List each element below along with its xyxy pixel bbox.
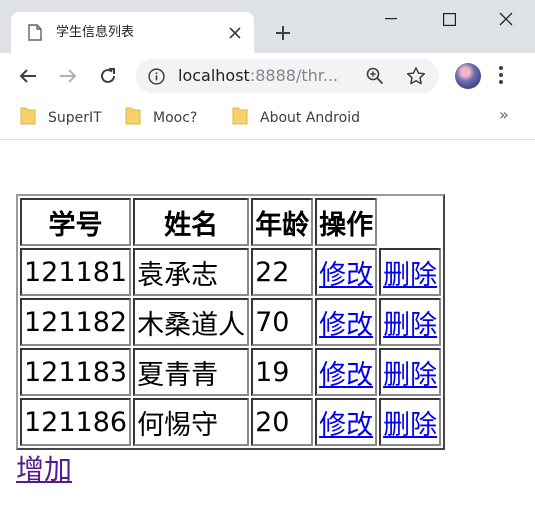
student-table: 学号 姓名 年龄 操作 121181 袁承志 22 修改 删除 121182 木… bbox=[16, 194, 446, 450]
document-icon bbox=[28, 24, 42, 45]
add-student-link[interactable]: 增加 bbox=[16, 448, 72, 488]
close-window-button[interactable] bbox=[477, 0, 535, 38]
address-bar[interactable]: localhost:8888/thr... bbox=[136, 59, 439, 93]
table-row: 121182 木桑道人 70 修改 删除 bbox=[20, 298, 442, 346]
cell-name: 夏青青 bbox=[133, 348, 250, 396]
profile-avatar[interactable] bbox=[455, 63, 481, 89]
cell-edit: 修改 bbox=[315, 398, 378, 446]
reload-button[interactable] bbox=[94, 62, 122, 90]
url-path: :8888/thr... bbox=[249, 66, 339, 85]
cell-delete: 删除 bbox=[379, 398, 442, 446]
close-tab-icon[interactable] bbox=[226, 24, 244, 42]
cell-edit: 修改 bbox=[315, 298, 378, 346]
cell-age: 70 bbox=[251, 298, 314, 346]
title-bar: 学生信息列表 bbox=[0, 0, 535, 53]
delete-link[interactable]: 删除 bbox=[383, 360, 437, 391]
back-button[interactable] bbox=[14, 62, 42, 90]
table-row: 121186 何惕守 20 修改 删除 bbox=[20, 398, 442, 446]
cell-edit: 修改 bbox=[315, 248, 378, 296]
delete-link[interactable]: 删除 bbox=[383, 410, 437, 441]
edit-link[interactable]: 修改 bbox=[319, 360, 373, 391]
cell-name: 何惕守 bbox=[133, 398, 250, 446]
minimize-button[interactable] bbox=[362, 0, 420, 38]
cell-age: 20 bbox=[251, 398, 314, 446]
forward-button[interactable] bbox=[54, 62, 82, 90]
edit-link[interactable]: 修改 bbox=[319, 310, 373, 341]
delete-link[interactable]: 删除 bbox=[383, 260, 437, 291]
bookmarks-bar: SuperIT Mooc? About Android » bbox=[0, 99, 535, 140]
bookmark-label: Mooc? bbox=[153, 110, 198, 126]
more-bookmarks-chevron-icon[interactable]: » bbox=[499, 105, 509, 124]
cell-age: 19 bbox=[251, 348, 314, 396]
bookmark-about-android[interactable]: About Android bbox=[232, 106, 360, 130]
folder-icon bbox=[20, 106, 36, 130]
cell-age: 22 bbox=[251, 248, 314, 296]
menu-kebab-icon[interactable] bbox=[498, 64, 504, 90]
new-tab-button[interactable] bbox=[270, 20, 296, 46]
bookmark-label: About Android bbox=[260, 110, 360, 126]
table-row: 121183 夏青青 19 修改 删除 bbox=[20, 348, 442, 396]
edit-link[interactable]: 修改 bbox=[319, 410, 373, 441]
header-student-id: 学号 bbox=[20, 198, 132, 246]
header-name: 姓名 bbox=[133, 198, 250, 246]
table-row: 121181 袁承志 22 修改 删除 bbox=[20, 248, 442, 296]
cell-student-id: 121181 bbox=[20, 248, 132, 296]
navigation-toolbar: localhost:8888/thr... bbox=[0, 53, 535, 99]
cell-name: 木桑道人 bbox=[133, 298, 250, 346]
url-host: localhost bbox=[178, 66, 250, 85]
cell-delete: 删除 bbox=[379, 348, 442, 396]
cell-delete: 删除 bbox=[379, 248, 442, 296]
cell-name: 袁承志 bbox=[133, 248, 250, 296]
url-text[interactable]: localhost:8888/thr... bbox=[178, 66, 358, 86]
folder-icon bbox=[232, 106, 248, 130]
cell-student-id: 121186 bbox=[20, 398, 132, 446]
delete-link[interactable]: 删除 bbox=[383, 310, 437, 341]
cell-delete: 删除 bbox=[379, 298, 442, 346]
edit-link[interactable]: 修改 bbox=[319, 260, 373, 291]
maximize-button[interactable] bbox=[420, 0, 478, 38]
table-header-row: 学号 姓名 年龄 操作 bbox=[20, 198, 441, 246]
browser-tab[interactable]: 学生信息列表 bbox=[11, 12, 254, 53]
bookmark-label: SuperIT bbox=[48, 110, 102, 126]
header-actions: 操作 bbox=[315, 198, 378, 246]
header-age: 年龄 bbox=[251, 198, 314, 246]
header-blank bbox=[379, 198, 441, 246]
tab-title: 学生信息列表 bbox=[56, 25, 135, 40]
bookmark-superit[interactable]: SuperIT bbox=[20, 106, 102, 130]
cell-edit: 修改 bbox=[315, 348, 378, 396]
cell-student-id: 121182 bbox=[20, 298, 132, 346]
zoom-icon[interactable] bbox=[366, 67, 384, 89]
bookmark-star-icon[interactable] bbox=[406, 66, 426, 90]
bookmark-mooc[interactable]: Mooc? bbox=[125, 106, 198, 130]
cell-student-id: 121183 bbox=[20, 348, 132, 396]
folder-icon bbox=[125, 106, 141, 130]
info-icon[interactable] bbox=[148, 68, 165, 89]
